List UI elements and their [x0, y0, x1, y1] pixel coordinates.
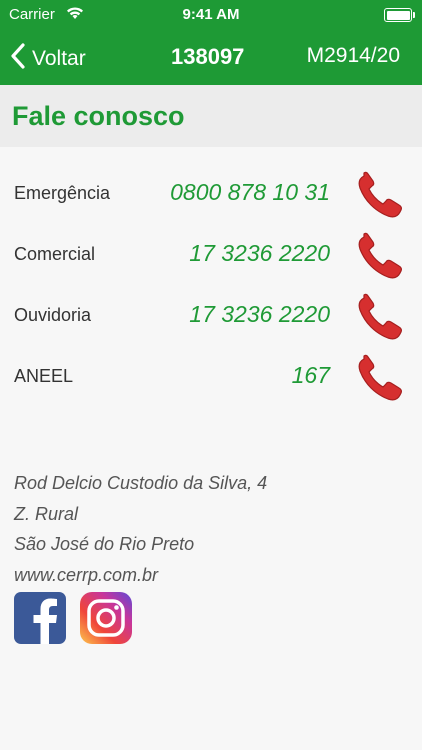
nav-center-code: 138097 — [171, 44, 245, 69]
battery-icon — [384, 8, 415, 22]
address-block: Rod Delcio Custodio da Silva, 4 Z. Rural… — [14, 468, 267, 590]
instagram-icon[interactable] — [80, 592, 132, 644]
contact-label: ANEEL — [14, 366, 74, 386]
back-button[interactable]: Voltar — [10, 42, 86, 75]
contact-label: Comercial — [14, 244, 96, 264]
address-line: Z. Rural — [14, 503, 79, 524]
chevron-left-icon — [10, 42, 26, 75]
nav-right-code: M2914/20 — [306, 44, 400, 67]
contact-row-comercial: Comercial 17 3236 2220 — [0, 231, 422, 281]
navigation-bar: Voltar 138097 M2914/20 — [0, 30, 422, 85]
facebook-icon[interactable] — [14, 592, 66, 644]
phone-icon[interactable] — [356, 292, 406, 347]
contact-number[interactable]: 167 — [292, 362, 330, 389]
status-time: 9:41 AM — [182, 6, 240, 23]
status-bar: Carrier 9:41 AM — [0, 0, 422, 30]
contact-number[interactable]: 17 3236 2220 — [189, 240, 330, 267]
contact-row-ouvidoria: Ouvidoria 17 3236 2220 — [0, 292, 422, 342]
back-label: Voltar — [32, 46, 86, 70]
address-line: Rod Delcio Custodio da Silva, 4 — [14, 473, 268, 493]
contact-row-emergencia: Emergência 0800 878 10 31 — [0, 170, 422, 220]
phone-icon[interactable] — [356, 231, 406, 286]
section-header: Fale conosco — [0, 85, 422, 147]
contact-number[interactable]: 0800 878 10 31 — [170, 179, 330, 206]
contact-label: Ouvidoria — [14, 305, 92, 325]
contact-number[interactable]: 17 3236 2220 — [189, 301, 330, 328]
address-line: São José do Rio Preto — [14, 534, 195, 554]
phone-icon[interactable] — [356, 170, 406, 225]
website-link[interactable]: www.cerrp.com.br — [14, 560, 267, 591]
phone-icon[interactable] — [356, 353, 406, 408]
contact-label: Emergência — [14, 183, 111, 203]
page-title: Fale conosco — [12, 101, 185, 131]
contact-row-aneel: ANEEL 167 — [0, 353, 422, 403]
